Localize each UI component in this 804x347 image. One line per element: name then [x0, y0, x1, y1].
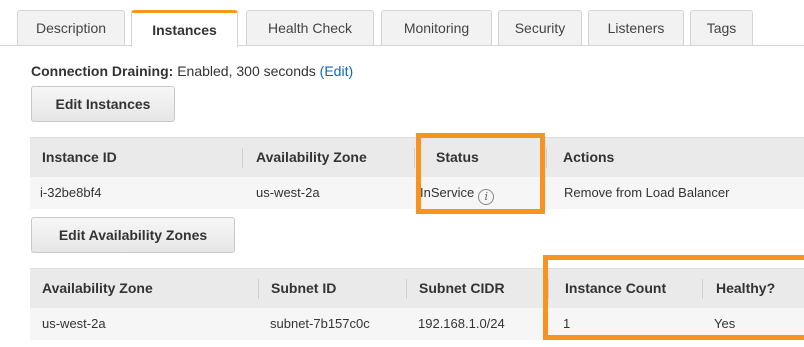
- availability-zones-table-header: Availability Zone Subnet ID Subnet CIDR …: [30, 268, 804, 309]
- instance-count-cell: 1: [563, 316, 571, 331]
- tab-bar-divider: [0, 45, 804, 46]
- col-availability-zone: Availability Zone: [42, 280, 153, 296]
- az-cell: us-west-2a: [42, 316, 106, 331]
- subnet-id-cell: subnet-7b157c0c: [270, 316, 370, 331]
- tab-monitoring[interactable]: Monitoring: [381, 10, 492, 45]
- table-row: us-west-2a subnet-7b157c0c 192.168.1.0/2…: [30, 308, 804, 340]
- tab-description[interactable]: Description: [17, 10, 125, 45]
- column-separator: [258, 279, 259, 299]
- tab-listeners[interactable]: Listeners: [588, 10, 684, 45]
- column-separator: [406, 279, 407, 299]
- status-text: InService: [420, 185, 475, 200]
- column-separator: [546, 148, 547, 168]
- col-subnet-cidr: Subnet CIDR: [419, 280, 505, 296]
- col-healthy: Healthy?: [716, 280, 776, 296]
- tab-security[interactable]: Security: [498, 10, 582, 45]
- col-instance-count: Instance Count: [565, 280, 667, 296]
- table-row: i-32be8bf4 us-west-2a InService i Remove …: [30, 177, 804, 209]
- column-separator: [702, 279, 703, 299]
- instances-table-header: Instance ID Availability Zone Status Act…: [30, 137, 804, 178]
- tab-tags[interactable]: Tags: [690, 10, 753, 45]
- healthy-cell: Yes: [714, 316, 736, 331]
- col-availability-zone: Availability Zone: [256, 149, 367, 165]
- column-separator: [414, 148, 415, 168]
- edit-instances-button[interactable]: Edit Instances: [31, 86, 175, 122]
- remove-from-load-balancer-link[interactable]: Remove from Load Balancer: [564, 185, 729, 200]
- load-balancer-details-panel: Description Instances Health Check Monit…: [0, 0, 804, 347]
- instance-id-link[interactable]: i-32be8bf4: [40, 185, 101, 200]
- tab-bar: Description Instances Health Check Monit…: [0, 0, 804, 47]
- tab-health-check[interactable]: Health Check: [246, 10, 374, 45]
- col-subnet-id: Subnet ID: [271, 280, 337, 296]
- connection-draining-label: Connection Draining:: [31, 63, 174, 79]
- column-separator: [242, 148, 243, 168]
- status-cell: InService i: [420, 185, 495, 205]
- info-icon[interactable]: i: [478, 189, 495, 205]
- tab-instances[interactable]: Instances: [131, 10, 238, 47]
- column-separator: [548, 279, 549, 299]
- col-status: Status: [436, 149, 479, 165]
- edit-availability-zones-button[interactable]: Edit Availability Zones: [31, 217, 235, 253]
- subnet-cidr-cell: 192.168.1.0/24: [418, 316, 505, 331]
- connection-draining-line: Connection Draining: Enabled, 300 second…: [31, 63, 353, 79]
- instance-az-cell: us-west-2a: [256, 185, 320, 200]
- edit-connection-draining-link[interactable]: (Edit): [320, 63, 353, 79]
- col-actions: Actions: [563, 149, 615, 165]
- col-instance-id: Instance ID: [42, 149, 117, 165]
- connection-draining-value: Enabled, 300 seconds: [177, 63, 316, 79]
